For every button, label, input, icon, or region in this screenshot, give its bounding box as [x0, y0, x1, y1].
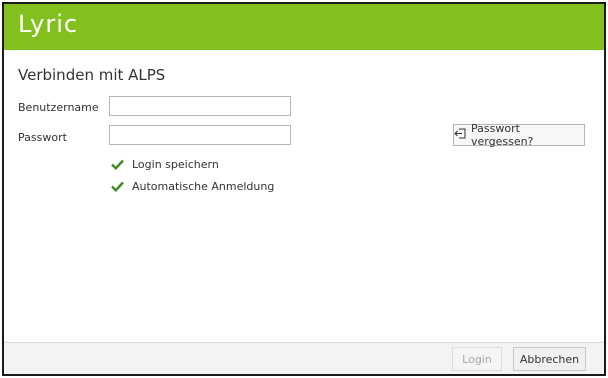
login-dialog: Lyric Verbinden mit ALPS Benutzername Pa… — [2, 2, 606, 376]
sign-in-arrow-icon — [454, 128, 466, 142]
app-header: Lyric — [4, 4, 604, 50]
forgot-password-label: Passwort vergessen? — [471, 122, 534, 148]
password-label: Passwort — [18, 131, 67, 144]
login-button[interactable]: Login — [452, 347, 502, 371]
password-input[interactable] — [109, 125, 291, 145]
cancel-button[interactable]: Abbrechen — [513, 347, 586, 371]
checkmark-icon[interactable] — [110, 179, 124, 193]
remember-login-option[interactable]: Login speichern — [110, 156, 219, 172]
forgot-password-button[interactable]: Passwort vergessen? — [453, 122, 585, 148]
auto-login-label: Automatische Anmeldung — [132, 179, 275, 193]
lyric-logo: Lyric — [18, 10, 79, 38]
checkmark-icon[interactable] — [110, 157, 124, 171]
remember-login-label: Login speichern — [132, 157, 219, 171]
dialog-title: Verbinden mit ALPS — [18, 66, 166, 84]
auto-login-option[interactable]: Automatische Anmeldung — [110, 178, 274, 194]
username-input[interactable] — [109, 96, 291, 116]
username-label: Benutzername — [18, 101, 99, 114]
